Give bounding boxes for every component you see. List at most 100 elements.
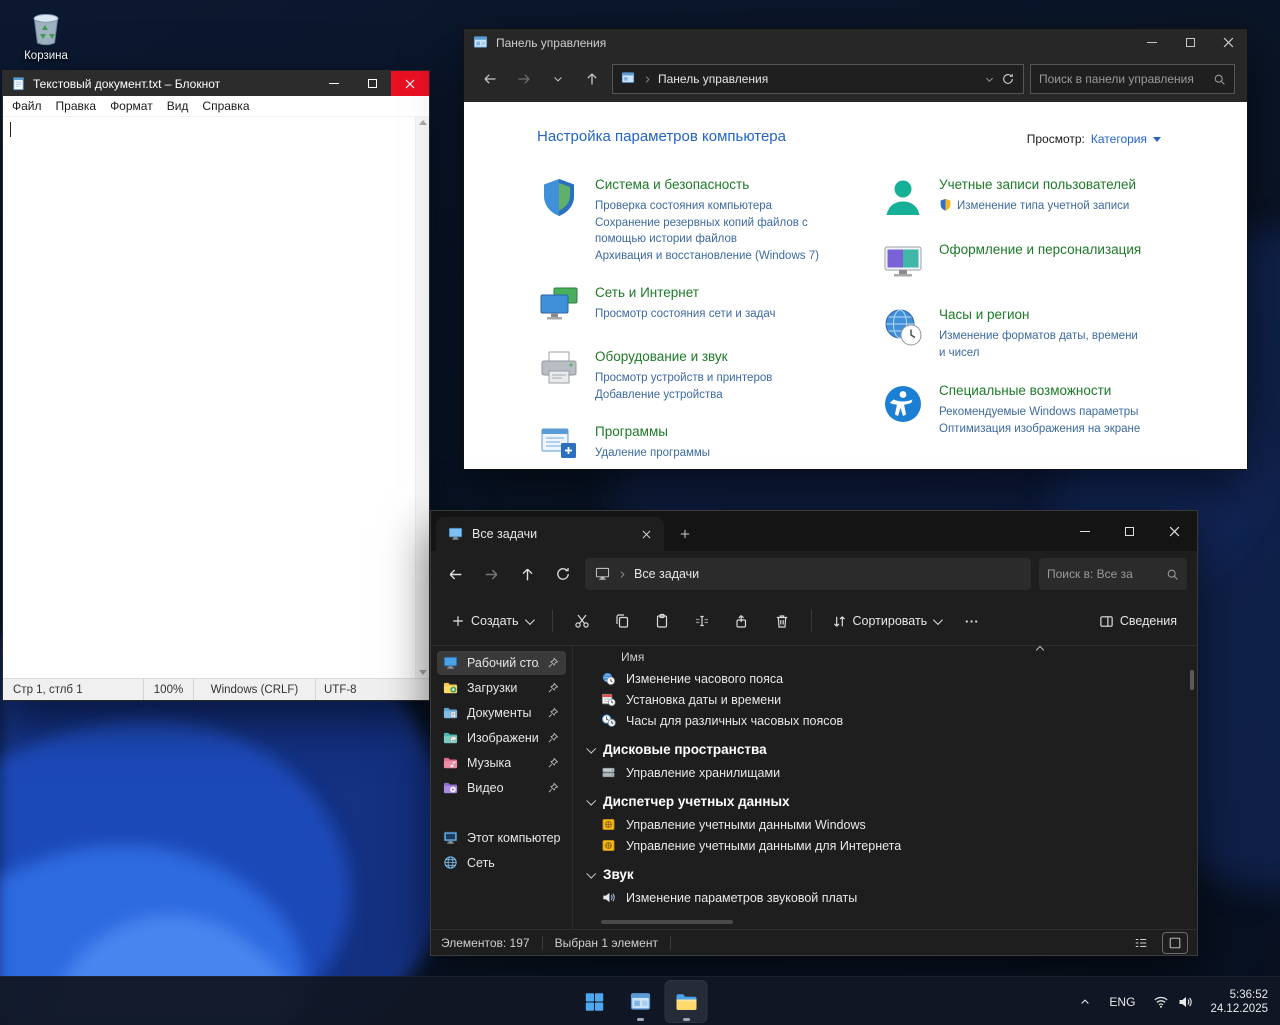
explorer-close-button[interactable]	[1152, 511, 1197, 551]
task-link[interactable]: Рекомендуемые Windows параметры	[939, 404, 1140, 421]
category-title-link[interactable]: Оборудование и звук	[595, 349, 772, 364]
menu-view[interactable]: Вид	[160, 97, 196, 115]
explorer-search[interactable]	[1039, 558, 1187, 590]
task-link[interactable]: Оптимизация изображения на экране	[939, 421, 1140, 438]
sidebar-item-videos[interactable]: Видео	[437, 776, 566, 800]
new-tab-button[interactable]	[672, 521, 698, 547]
scroll-down-arrow[interactable]	[419, 670, 427, 675]
column-header-name[interactable]: Имя	[585, 646, 1197, 668]
notepad-titlebar[interactable]: Текстовый документ.txt – Блокнот	[3, 71, 429, 96]
address-bar[interactable]: Панель управления	[612, 64, 1024, 94]
copy-button[interactable]	[603, 604, 641, 638]
horizontal-scrollbar[interactable]	[601, 920, 733, 924]
task-link[interactable]: Архивация и восстановление (Windows 7)	[595, 248, 819, 265]
menu-file[interactable]: Файл	[5, 97, 49, 115]
control-panel-search-input[interactable]	[1039, 72, 1207, 86]
start-button[interactable]	[574, 981, 615, 1022]
menu-help[interactable]: Справка	[195, 97, 256, 115]
category-title-link[interactable]: Оформление и персонализация	[939, 242, 1141, 257]
paste-button[interactable]	[643, 604, 681, 638]
tab-close-button[interactable]	[636, 524, 656, 544]
menu-format[interactable]: Формат	[103, 97, 160, 115]
recycle-bin[interactable]: Корзина	[8, 6, 84, 62]
category-title-link[interactable]: Программы	[595, 424, 710, 439]
task-item-credentials-internet[interactable]: Управление учетными данными для Интернет…	[585, 835, 1197, 856]
sidebar-item-documents[interactable]: Документы	[437, 701, 566, 725]
task-link[interactable]: Удаление программы	[595, 445, 710, 462]
task-link[interactable]: Просмотр состояния сети и задач	[595, 306, 775, 323]
category-title-link[interactable]: Система и безопасность	[595, 177, 819, 192]
refresh-icon[interactable]	[1001, 72, 1015, 86]
task-item-set-datetime[interactable]: Установка даты и времени	[585, 689, 1197, 710]
tray-chevron-up-button[interactable]	[1072, 984, 1098, 1020]
clock[interactable]: 5:36:52 24.12.2025	[1204, 988, 1268, 1016]
taskbar-control-panel-button[interactable]	[620, 981, 661, 1022]
breadcrumb[interactable]: Все задачи	[634, 567, 699, 581]
sidebar-item-this-pc[interactable]: Этот компьютер	[437, 826, 566, 850]
group-header-credential-manager[interactable]: Диспетчер учетных данных	[585, 788, 1197, 814]
details-view-button[interactable]	[1129, 933, 1153, 953]
sort-button[interactable]: Сортировать	[822, 606, 951, 637]
tab-all-tasks[interactable]: Все задачи	[436, 517, 664, 551]
cp-close-button[interactable]	[1209, 29, 1247, 56]
explorer-maximize-button[interactable]	[1107, 511, 1152, 551]
taskbar-explorer-button[interactable]	[666, 981, 707, 1022]
breadcrumb[interactable]: Панель управления	[658, 72, 768, 86]
notepad-text-area[interactable]	[3, 117, 429, 678]
more-button[interactable]	[952, 604, 990, 638]
network-volume-button[interactable]	[1146, 984, 1200, 1020]
explorer-tabbar[interactable]: Все задачи	[431, 511, 1197, 551]
category-title-link[interactable]: Учетные записи пользователей	[939, 177, 1136, 192]
task-item-sound-card[interactable]: Изменение параметров звуковой платы	[585, 887, 1197, 908]
category-title-link[interactable]: Сеть и Интернет	[595, 285, 775, 300]
address-bar[interactable]: Все задачи	[585, 558, 1031, 590]
task-link[interactable]: Сохранение резервных копий файлов с помо…	[595, 215, 813, 248]
back-button[interactable]	[441, 559, 469, 589]
address-dropdown-icon[interactable]	[984, 74, 995, 85]
notepad-maximize-button[interactable]	[353, 71, 391, 96]
sidebar-item-pictures[interactable]: Изображения	[437, 726, 566, 750]
vertical-scrollbar[interactable]	[1188, 670, 1194, 915]
sidebar-item-desktop[interactable]: Рабочий стол	[437, 651, 566, 675]
task-link[interactable]: Изменение типа учетной записи	[957, 198, 1129, 215]
notepad-close-button[interactable]	[391, 71, 429, 96]
view-by-value[interactable]: Категория	[1091, 132, 1147, 146]
share-button[interactable]	[723, 604, 761, 638]
task-item-timezone[interactable]: Изменение часового пояса	[585, 668, 1197, 689]
scrollbar-thumb[interactable]	[1190, 670, 1194, 690]
task-item-storage[interactable]: Управление хранилищами	[585, 762, 1197, 783]
delete-button[interactable]	[763, 604, 801, 638]
notepad-scrollbar[interactable]	[415, 117, 429, 678]
details-button[interactable]: Сведения	[1089, 606, 1187, 637]
rename-button[interactable]	[683, 604, 721, 638]
sidebar-item-network[interactable]: Сеть	[437, 851, 566, 875]
up-button[interactable]	[513, 559, 541, 589]
group-header-storage-spaces[interactable]: Дисковые пространства	[585, 736, 1197, 762]
group-header-sound[interactable]: Звук	[585, 861, 1197, 887]
control-panel-search[interactable]	[1030, 64, 1235, 94]
menu-edit[interactable]: Правка	[49, 97, 104, 115]
task-link[interactable]: Просмотр устройств и принтеров	[595, 370, 772, 387]
task-item-world-clocks[interactable]: Часы для различных часовых поясов	[585, 710, 1197, 731]
explorer-search-input[interactable]	[1047, 567, 1162, 581]
view-by-dropdown-icon[interactable]	[1153, 137, 1161, 142]
recent-pages-chevron[interactable]	[544, 64, 572, 94]
explorer-minimize-button[interactable]	[1062, 511, 1107, 551]
task-link[interactable]: Изменение форматов даты, времени и чисел	[939, 328, 1139, 361]
scroll-up-arrow[interactable]	[419, 120, 427, 125]
cut-button[interactable]	[563, 604, 601, 638]
task-item-credentials-windows[interactable]: Управление учетными данными Windows	[585, 814, 1197, 835]
language-indicator[interactable]: ENG	[1102, 984, 1142, 1020]
large-icons-view-button[interactable]	[1163, 933, 1187, 953]
forward-button[interactable]	[477, 559, 505, 589]
category-title-link[interactable]: Часы и регион	[939, 307, 1139, 322]
cp-minimize-button[interactable]	[1133, 29, 1171, 56]
back-button[interactable]	[476, 64, 504, 94]
task-link[interactable]: Добавление устройства	[595, 387, 772, 404]
sidebar-item-music[interactable]: Музыка	[437, 751, 566, 775]
task-link[interactable]: Проверка состояния компьютера	[595, 198, 819, 215]
control-panel-titlebar[interactable]: Панель управления	[464, 29, 1247, 56]
sidebar-item-downloads[interactable]: Загрузки	[437, 676, 566, 700]
cp-maximize-button[interactable]	[1171, 29, 1209, 56]
refresh-button[interactable]	[549, 559, 577, 589]
